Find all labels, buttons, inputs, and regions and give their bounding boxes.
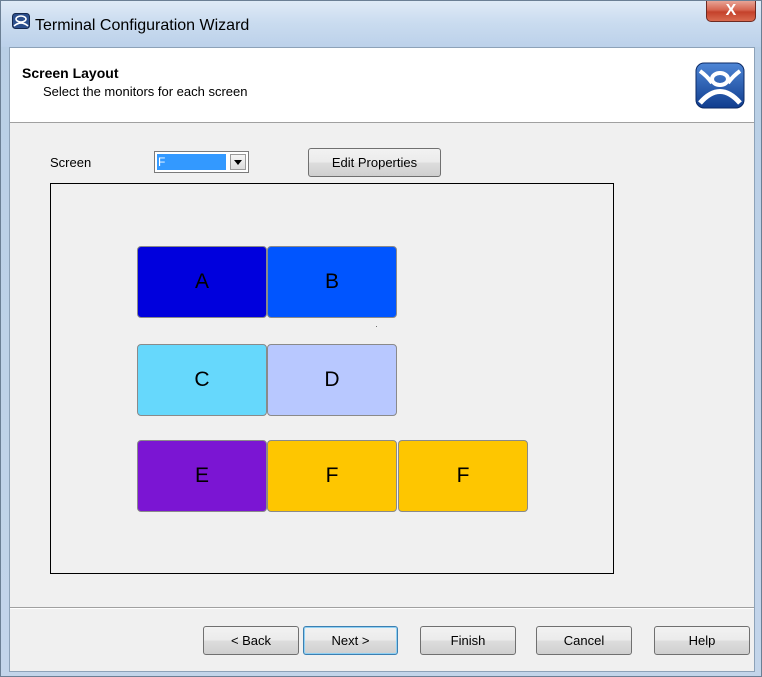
edit-properties-button[interactable]: Edit Properties bbox=[308, 148, 441, 177]
monitor-f-1[interactable]: F bbox=[267, 440, 397, 512]
monitor-d[interactable]: D bbox=[267, 344, 397, 416]
page-subtitle: Select the monitors for each screen bbox=[43, 84, 248, 99]
canvas-dot bbox=[376, 326, 377, 327]
screen-dropdown[interactable]: F bbox=[154, 151, 249, 173]
monitor-b[interactable]: B bbox=[267, 246, 397, 318]
window-title: Terminal Configuration Wizard bbox=[35, 17, 250, 34]
footer-divider bbox=[10, 607, 754, 609]
monitor-e[interactable]: E bbox=[137, 440, 267, 512]
monitor-a[interactable]: A bbox=[137, 246, 267, 318]
monitor-c[interactable]: C bbox=[137, 344, 267, 416]
next-button[interactable]: Next > bbox=[303, 626, 398, 655]
help-button[interactable]: Help bbox=[654, 626, 750, 655]
monitor-layout-canvas[interactable]: A B C D E F F bbox=[50, 183, 614, 574]
cancel-button[interactable]: Cancel bbox=[536, 626, 632, 655]
monitor-f-2[interactable]: F bbox=[398, 440, 528, 512]
close-icon: X bbox=[725, 2, 737, 19]
screen-dropdown-value: F bbox=[157, 154, 226, 170]
back-button[interactable]: < Back bbox=[203, 626, 299, 655]
title-bar[interactable]: Terminal Configuration Wizard X bbox=[1, 1, 761, 47]
thinmanager-logo-icon bbox=[695, 62, 745, 109]
app-icon bbox=[12, 13, 30, 29]
screen-label: Screen bbox=[50, 155, 92, 170]
finish-button[interactable]: Finish bbox=[420, 626, 516, 655]
wizard-window: Terminal Configuration Wizard X Screen L… bbox=[0, 0, 762, 677]
chevron-down-icon[interactable] bbox=[230, 154, 246, 170]
header-panel: Screen Layout Select the monitors for ea… bbox=[10, 48, 754, 123]
page-title: Screen Layout bbox=[22, 65, 119, 81]
client-area: Screen Layout Select the monitors for ea… bbox=[9, 47, 755, 672]
close-button[interactable]: X bbox=[706, 1, 756, 22]
